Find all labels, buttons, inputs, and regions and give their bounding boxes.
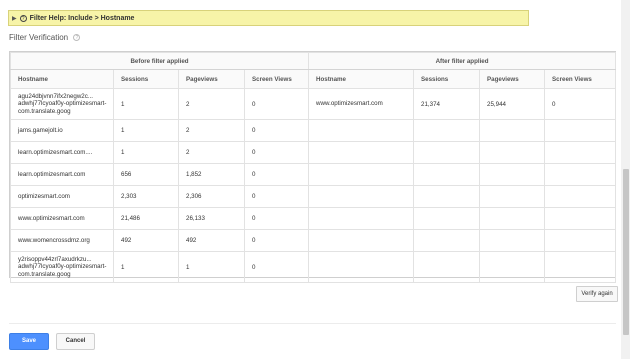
- table-cell: [413, 251, 481, 283]
- table-cell: 0: [243, 251, 310, 283]
- table-cell: [479, 141, 546, 164]
- table-cell: [544, 229, 617, 252]
- table-cell: [413, 229, 481, 252]
- table-cell: 2: [178, 141, 245, 164]
- table-row: agu24dbjvnn7ifx2negw2c... adwhj77lcyoaf0…: [10, 88, 617, 120]
- scrollbar-thumb[interactable]: [623, 169, 629, 335]
- table-cell: [479, 207, 546, 230]
- table-cell: [544, 207, 617, 230]
- table-cell: [479, 119, 546, 142]
- table-cell: 2,303: [113, 185, 179, 208]
- column-header: Sessions: [413, 69, 481, 89]
- verification-table-container: Before filter applied After filter appli…: [9, 51, 617, 283]
- table-row: www.womencrossdmz.org 492 492 0: [10, 229, 617, 252]
- table-cell: [413, 185, 481, 208]
- column-header: Hostname: [308, 69, 415, 89]
- before-filter-group-header: Before filter applied: [9, 52, 310, 70]
- table-cell: 2: [178, 88, 245, 120]
- section-title: Filter Verification ?: [9, 33, 81, 42]
- column-header: Pageviews: [178, 69, 245, 89]
- table-cell: [308, 207, 415, 230]
- table-cell: y2risoppv44zrl7axudrkzu... adwhj77lcyoaf…: [10, 251, 114, 283]
- table-cell: agu24dbjvnn7ifx2negw2c... adwhj77lcyoaf0…: [10, 88, 114, 120]
- verify-again-button[interactable]: Verify again: [576, 286, 618, 302]
- table-cell: 25,944: [479, 88, 546, 120]
- table-cell: 0: [243, 141, 310, 164]
- column-header: Hostname: [10, 69, 114, 89]
- table-body: agu24dbjvnn7ifx2negw2c... adwhj77lcyoaf0…: [10, 88, 617, 283]
- help-question-icon: ?: [19, 14, 27, 22]
- column-header: Pageviews: [479, 69, 546, 89]
- table-cell: 0: [243, 185, 310, 208]
- table-cell: 26,133: [178, 207, 245, 230]
- table-row: optimizesmart.com 2,303 2,306 0: [10, 185, 617, 208]
- table-row: learn.optimizesmart.com 656 1,852 0: [10, 163, 617, 186]
- table-cell: www.womencrossdmz.org: [10, 229, 114, 252]
- table-cell: learn.optimizesmart.com....: [10, 141, 114, 164]
- table-cell: 492: [178, 229, 245, 252]
- table-row: y2risoppv44zrl7axudrkzu... adwhj77lcyoaf…: [10, 251, 617, 283]
- table-cell: 1: [113, 251, 179, 283]
- table-cell: [544, 163, 617, 186]
- table-row: www.optimizesmart.com 21,486 26,133 0: [10, 207, 617, 230]
- table-cell: 2,306: [178, 185, 245, 208]
- table-cell: www.optimizesmart.com: [10, 207, 114, 230]
- divider: [9, 323, 616, 324]
- table-cell: [479, 163, 546, 186]
- table-cell: 0: [243, 207, 310, 230]
- table-cell: [479, 251, 546, 283]
- table-cell: 0: [243, 163, 310, 186]
- after-filter-group-header: After filter applied: [308, 52, 617, 70]
- table-cell: [544, 141, 617, 164]
- table-cell: [308, 185, 415, 208]
- table-cell: [544, 251, 617, 283]
- column-header: Screen Views: [243, 69, 310, 89]
- table-cell: [544, 185, 617, 208]
- cancel-button[interactable]: Cancel: [56, 333, 95, 350]
- filter-help-bar[interactable]: ▶ ? Filter Help: Include > Hostname: [8, 10, 529, 26]
- table-cell: 1: [113, 141, 179, 164]
- table-cell: [308, 229, 415, 252]
- table-cell: learn.optimizesmart.com: [10, 163, 114, 186]
- table-cell: 2: [178, 119, 245, 142]
- table-cell: 1: [178, 251, 245, 283]
- table-cell: 1: [113, 119, 179, 142]
- table-cell: [413, 207, 481, 230]
- table-cell: 0: [243, 119, 310, 142]
- table-cell: 1: [113, 88, 179, 120]
- table-cell: jams.gamejolt.io: [10, 119, 114, 142]
- table-cell: [308, 119, 415, 142]
- table-cell: 21,374: [413, 88, 481, 120]
- info-help-icon[interactable]: ?: [73, 34, 81, 42]
- save-button[interactable]: Save: [9, 333, 49, 350]
- table-cell: 1,852: [178, 163, 245, 186]
- expand-caret-icon[interactable]: ▶: [12, 15, 17, 22]
- table-cell: 0: [544, 88, 617, 120]
- table-cell: [479, 229, 546, 252]
- table-cell: [308, 251, 415, 283]
- filter-verification-title: Filter Verification: [9, 33, 69, 42]
- table-cell: [308, 163, 415, 186]
- table-cell: 0: [243, 88, 310, 120]
- filter-help-text: Filter Help: Include > Hostname: [29, 14, 135, 22]
- table-cell: 492: [113, 229, 179, 252]
- table-cell: www.optimizesmart.com: [308, 88, 415, 120]
- column-header: Screen Views: [544, 69, 617, 89]
- table-cell: [413, 163, 481, 186]
- table-cell: [413, 119, 481, 142]
- table-cell: 0: [243, 229, 310, 252]
- verification-table: Before filter applied After filter appli…: [9, 52, 617, 283]
- column-header-row: Hostname Sessions Pageviews Screen Views Hos…: [10, 69, 617, 89]
- table-cell: [308, 141, 415, 164]
- table-cell: [413, 141, 481, 164]
- column-header: Sessions: [113, 69, 179, 89]
- table-cell: [479, 185, 546, 208]
- table-cell: optimizesmart.com: [10, 185, 114, 208]
- table-cell: 656: [113, 163, 179, 186]
- table-cell: 21,486: [113, 207, 179, 230]
- table-row: jams.gamejolt.io 1 2 0: [10, 119, 617, 142]
- table-row: learn.optimizesmart.com.... 1 2 0: [10, 141, 617, 164]
- table-cell: [544, 119, 617, 142]
